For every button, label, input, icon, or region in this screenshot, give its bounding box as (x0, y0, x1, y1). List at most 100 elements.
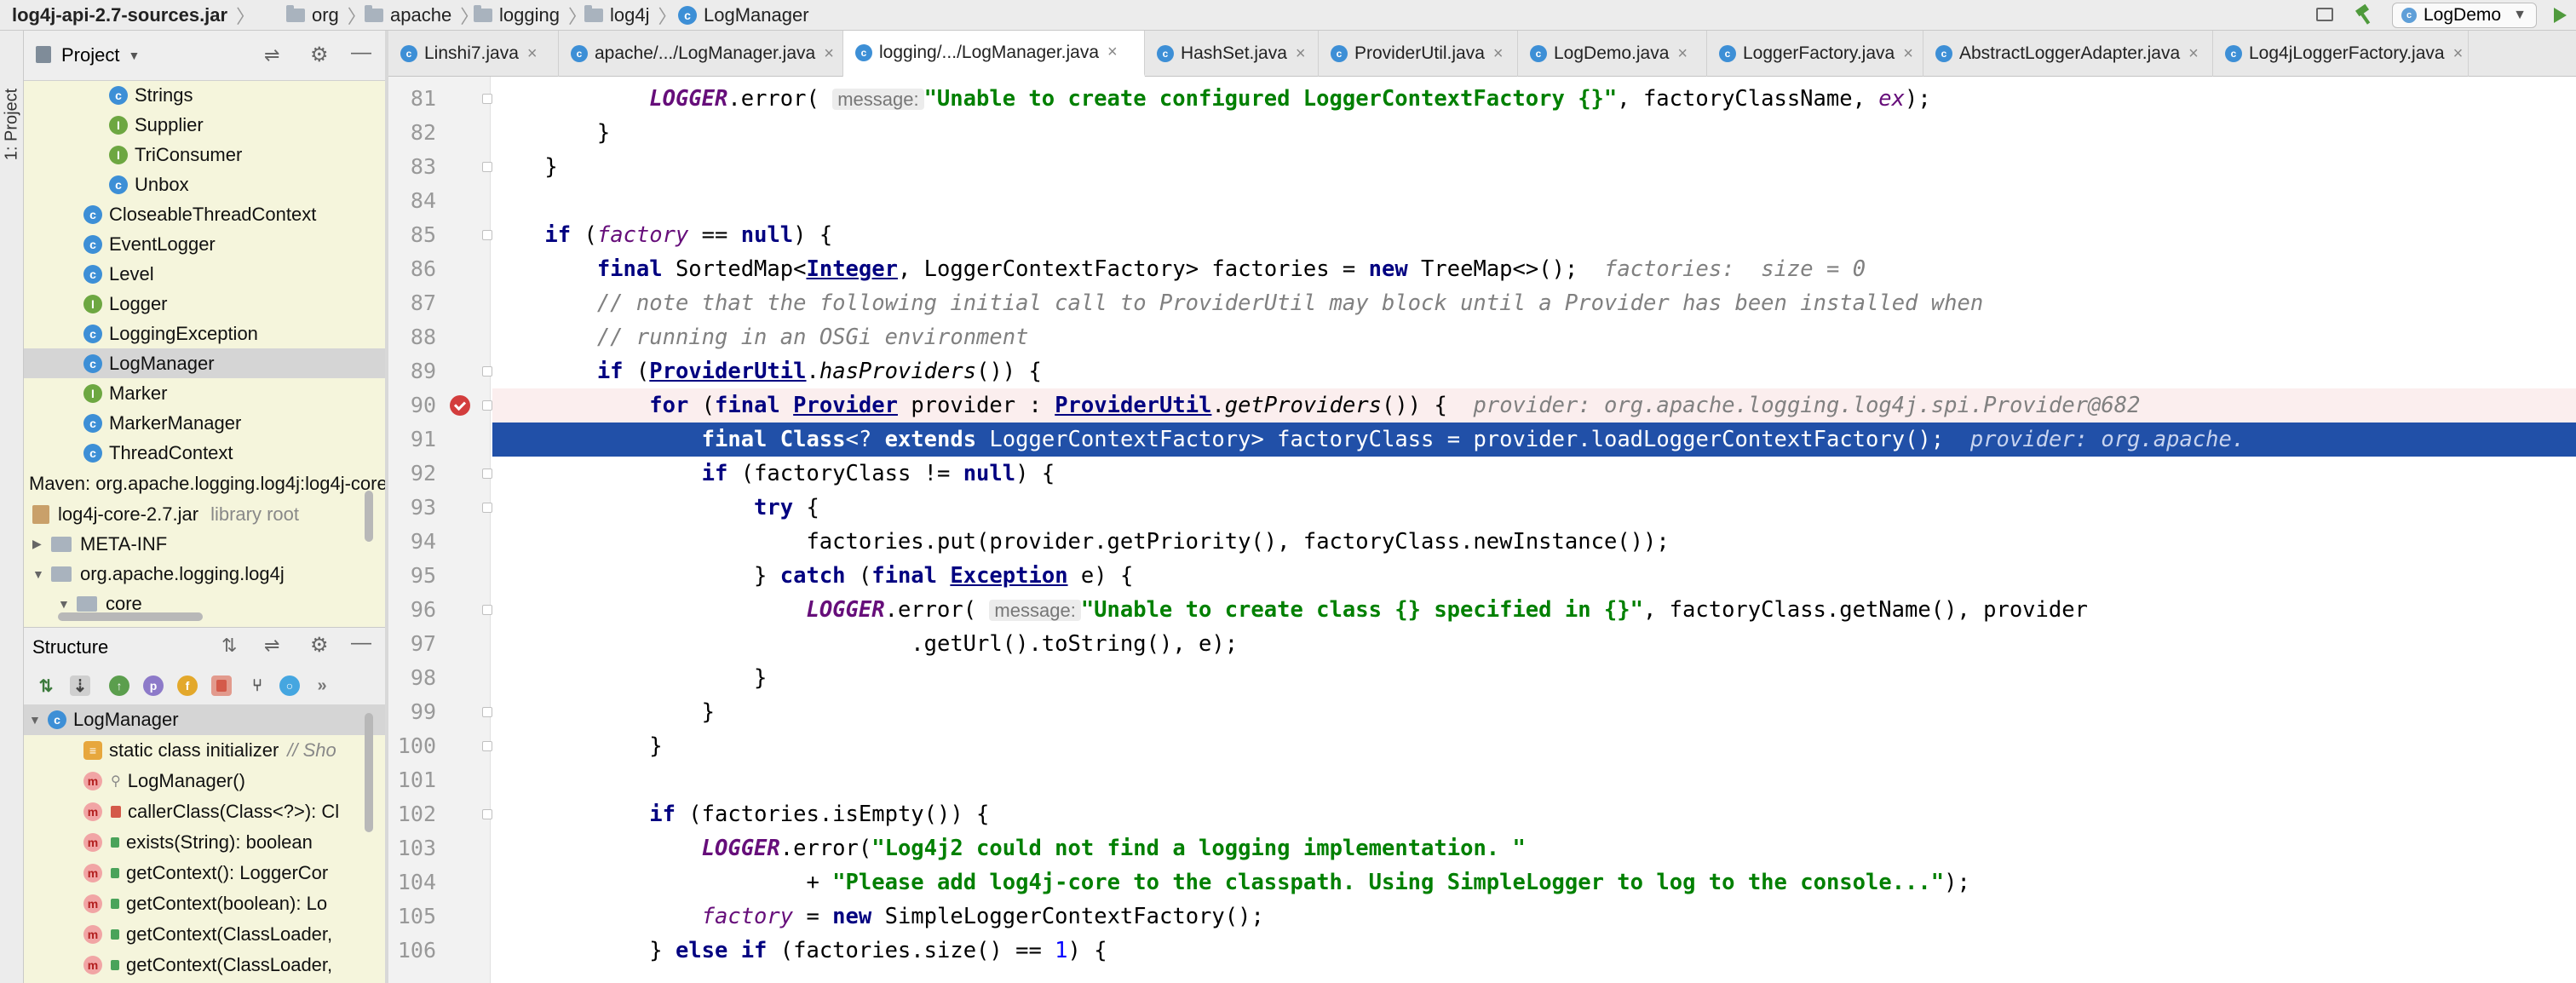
code-line[interactable]: if (factory == null) { (492, 218, 2576, 252)
structure-root[interactable]: ▼ c LogManager (24, 704, 390, 735)
code-line[interactable]: LOGGER.error("Log4j2 could not find a lo… (492, 831, 2576, 865)
close-icon[interactable]: × (1493, 44, 1504, 64)
close-icon[interactable]: × (1107, 43, 1118, 62)
close-icon[interactable]: × (527, 44, 538, 64)
code-line[interactable]: if (factories.isEmpty()) { (492, 797, 2576, 831)
project-structure-icon[interactable] (2314, 3, 2337, 27)
org-package-row[interactable]: ▼ org.apache.logging.log4j (24, 559, 394, 589)
more-icon[interactable]: » (312, 675, 332, 696)
code-line[interactable]: } else if (factories.size() == 1) { (492, 934, 2576, 968)
tab-linshi7[interactable]: c Linshi7.java × (388, 31, 559, 77)
minimize-icon[interactable]: — (351, 631, 371, 655)
horizontal-scrollbar[interactable] (58, 612, 203, 621)
sort-alpha-icon[interactable]: ⇣ (70, 675, 90, 696)
minimize-icon[interactable]: — (351, 41, 371, 65)
collapse-all-icon[interactable]: ⇌ (264, 44, 279, 66)
code-line[interactable] (492, 184, 2576, 218)
structure-item[interactable]: m getContext(ClassLoader, (24, 919, 431, 949)
code-line[interactable]: .getUrl().toString(), e); (492, 627, 2576, 661)
tab-providerutil[interactable]: c ProviderUtil.java × (1319, 31, 1518, 77)
tree-item[interactable]: c LoggingException (24, 319, 445, 348)
structure-item[interactable]: m getContext(boolean): Lo (24, 888, 431, 918)
code-line[interactable]: } (492, 150, 2576, 184)
collapse-all-icon[interactable]: ⇌ (264, 635, 279, 657)
gear-icon[interactable]: ⚙ (310, 633, 329, 658)
code-line[interactable]: // running in an OSGi environment (492, 320, 2576, 354)
fold-icon[interactable] (482, 503, 492, 513)
breadcrumb-org[interactable]: org 〉 (286, 0, 366, 31)
vertical-scrollbar[interactable] (365, 491, 373, 542)
build-hammer-icon[interactable] (2353, 3, 2377, 27)
breadcrumb-apache[interactable]: apache 〉 (365, 0, 479, 31)
chevron-down-icon[interactable]: ▼ (128, 49, 140, 62)
tree-item[interactable]: c EventLogger (24, 229, 445, 259)
breadcrumb-logging[interactable]: logging 〉 (474, 0, 587, 31)
code-line[interactable]: if (ProviderUtil.hasProviders()) { (492, 354, 2576, 388)
fields-icon[interactable]: f (177, 675, 198, 696)
chevron-down-icon[interactable]: ▼ (58, 597, 70, 611)
tab-logging-logmanager[interactable]: c logging/.../LogManager.java × (843, 31, 1145, 77)
vertical-scrollbar[interactable] (365, 713, 373, 832)
code-line[interactable]: final SortedMap<Integer, LoggerContextFa… (492, 252, 2576, 286)
close-icon[interactable]: × (1903, 44, 1913, 64)
code-line[interactable]: // note that the following initial call … (492, 286, 2576, 320)
project-tool-window-button[interactable]: 1: Project (0, 82, 24, 167)
expand-all-icon[interactable]: ⇅ (221, 635, 237, 657)
close-icon[interactable]: × (1296, 44, 1306, 64)
breadcrumb-jar[interactable]: log4j-api-2.7-sources.jar 〉 (12, 0, 255, 31)
fold-icon[interactable] (482, 469, 492, 479)
tree-item-selected[interactable]: c LogManager (24, 348, 445, 378)
fold-icon[interactable] (482, 230, 492, 240)
tab-log4jloggerfactory[interactable]: c Log4jLoggerFactory.java × (2213, 31, 2469, 77)
inherited-icon[interactable]: ↑ (109, 675, 129, 696)
fold-icon[interactable] (482, 400, 492, 411)
fold-icon[interactable] (482, 707, 492, 717)
tree-item[interactable]: c CloseableThreadContext (24, 199, 445, 229)
tab-apache-logmanager[interactable]: c apache/.../LogManager.java × (559, 31, 843, 77)
tree-item[interactable]: c MarkerManager (24, 408, 445, 438)
code-line[interactable]: } catch (final Exception e) { (492, 559, 2576, 593)
breakpoint-icon[interactable] (450, 395, 470, 416)
tree-item[interactable]: c ThreadContext (24, 438, 445, 468)
fold-icon[interactable] (482, 366, 492, 377)
fold-icon[interactable] (482, 162, 492, 172)
fold-icon[interactable] (482, 741, 492, 751)
code-line[interactable]: } (492, 661, 2576, 695)
code-line[interactable]: } (492, 695, 2576, 729)
fold-icon[interactable] (482, 809, 492, 819)
meta-inf-row[interactable]: ▶ META-INF (24, 529, 394, 559)
chevron-down-icon[interactable]: ▼ (29, 713, 41, 727)
tree-item[interactable]: I Marker (24, 378, 445, 408)
sort-visibility-icon[interactable]: ⇅ (36, 675, 56, 696)
code-line[interactable]: LOGGER.error( message: "Unable to create … (492, 82, 2576, 116)
breadcrumb-log4j[interactable]: log4j 〉 (584, 0, 677, 31)
tab-hashset[interactable]: c HashSet.java × (1145, 31, 1319, 77)
fold-icon[interactable] (482, 94, 492, 104)
run-configuration-dropdown[interactable]: c LogDemo ▼ (2392, 3, 2537, 28)
close-icon[interactable]: × (1677, 44, 1688, 64)
code-line[interactable]: } (492, 116, 2576, 150)
breadcrumb-logmanager[interactable]: c LogManager (678, 0, 809, 31)
close-icon[interactable]: × (824, 44, 834, 64)
code-line[interactable]: } (492, 729, 2576, 763)
anonymous-icon[interactable]: ○ (279, 675, 300, 696)
run-icon[interactable] (2547, 3, 2571, 27)
code-line[interactable]: factories.put(provider.getPriority(), fa… (492, 525, 2576, 559)
close-icon[interactable]: × (2453, 44, 2464, 64)
hierarchy-icon[interactable]: ⑂ (247, 675, 267, 696)
gear-icon[interactable]: ⚙ (310, 43, 329, 67)
core-jar-row[interactable]: log4j-core-2.7.jar library root (24, 499, 394, 529)
code-line-breakpoint[interactable]: for (final Provider provider : ProviderU… (492, 388, 2576, 423)
tab-abstractloggeradapter[interactable]: c AbstractLoggerAdapter.java × (1923, 31, 2213, 77)
tree-item[interactable]: I Logger (24, 289, 445, 319)
code-line[interactable] (492, 763, 2576, 797)
tab-loggerfactory[interactable]: c LoggerFactory.java × (1707, 31, 1923, 77)
non-public-icon[interactable] (211, 675, 232, 696)
chevron-right-icon[interactable]: ▶ (32, 537, 44, 551)
structure-item[interactable]: m getContext(ClassLoader, (24, 950, 431, 980)
structure-item[interactable]: m getContext(): LoggerCor (24, 858, 431, 888)
fold-icon[interactable] (482, 605, 492, 615)
code-line[interactable]: LOGGER.error( message: "Unable to create … (492, 593, 2576, 627)
properties-icon[interactable]: p (143, 675, 164, 696)
maven-library-row[interactable]: Maven: org.apache.logging.log4j:log4j-co… (24, 469, 387, 498)
